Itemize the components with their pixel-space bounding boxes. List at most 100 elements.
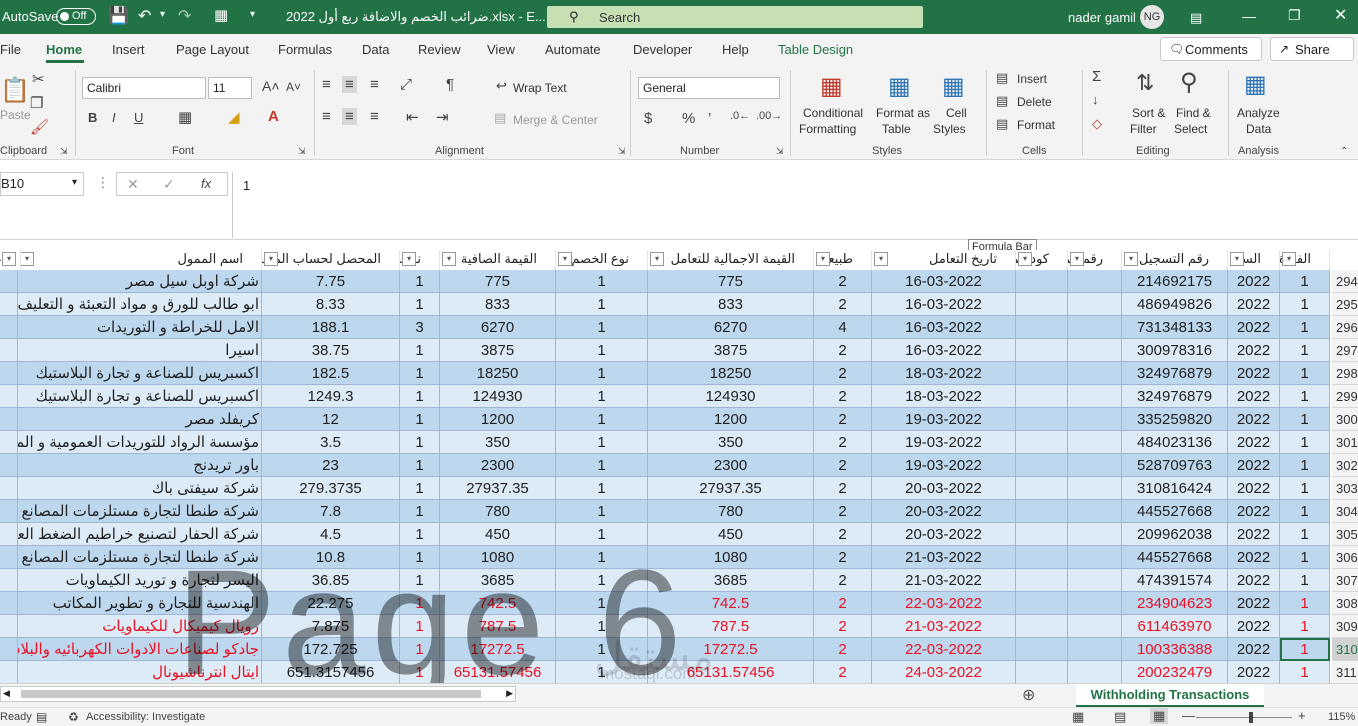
table-cell[interactable]	[1068, 408, 1122, 431]
table-cell[interactable]: 124930	[648, 385, 814, 408]
table-cell[interactable]: باور تريدنج	[18, 454, 262, 477]
table-cell[interactable]: 1	[556, 454, 648, 477]
tab-insert[interactable]: Insert	[112, 42, 145, 57]
table-cell[interactable]: 10.8	[262, 546, 400, 569]
increase-decimal-icon[interactable]: .0←	[730, 110, 750, 122]
table-cell[interactable]: 21-03-2022	[872, 546, 1016, 569]
table-cell[interactable]: 484023136	[1122, 431, 1228, 454]
table-cell[interactable]: 787.5	[440, 615, 556, 638]
table-cell[interactable]: 1	[400, 523, 440, 546]
table-cell[interactable]: 1080	[440, 546, 556, 569]
horizontal-scrollbar[interactable]: ◀ ▶	[0, 686, 516, 702]
table-cell[interactable]: 1	[1280, 293, 1330, 316]
table-cell[interactable]: 22.275	[262, 592, 400, 615]
page-break-view-icon[interactable]: ▦	[1150, 708, 1169, 724]
zoom-out-icon[interactable]: —	[1182, 708, 1195, 723]
table-cell[interactable]: 1200	[648, 408, 814, 431]
table-cell[interactable]: 100336388	[1122, 638, 1228, 661]
table-cell[interactable]: 1	[400, 408, 440, 431]
zoom-slider-thumb[interactable]	[1249, 712, 1253, 723]
row-number[interactable]: 303	[1332, 477, 1358, 500]
table-cell[interactable]: شركة سيفتى باك	[18, 477, 262, 500]
table-cell[interactable]: 1	[1280, 615, 1330, 638]
avatar[interactable]: NG	[1140, 5, 1164, 29]
table-cell[interactable]: جادكو لصناعات الادوات الكهربائيه والبلاس…	[18, 638, 262, 661]
table-cell[interactable]: 611463970	[1122, 615, 1228, 638]
row-number[interactable]: 296	[1332, 316, 1358, 339]
table-cell[interactable]: 1	[1280, 339, 1330, 362]
cell-label[interactable]: Cell	[946, 106, 967, 120]
add-sheet-icon[interactable]: ⊕	[1022, 685, 1035, 705]
table-cell[interactable]: الامل للخراطة و التوريدات	[18, 316, 262, 339]
table-cell[interactable]: 1	[400, 270, 440, 293]
table-cell[interactable]	[1016, 661, 1068, 684]
table-cell[interactable]: 2022	[1228, 408, 1280, 431]
table-cell[interactable]	[0, 362, 18, 385]
clipboard-launcher-icon[interactable]: ⇲	[60, 146, 68, 157]
insert-cells-icon[interactable]: ▤	[996, 70, 1008, 86]
table-cell[interactable]: 24-03-2022	[872, 661, 1016, 684]
table-cell[interactable]: 1	[400, 661, 440, 684]
number-format-dropdown[interactable]: General	[638, 77, 780, 99]
table-cell[interactable]	[1068, 546, 1122, 569]
table-cell[interactable]: 21-03-2022	[872, 615, 1016, 638]
table-cell[interactable]	[1016, 431, 1068, 454]
table-cell[interactable]: 2300	[440, 454, 556, 477]
table-cell[interactable]: 350	[648, 431, 814, 454]
table-cell[interactable]: اليسر لتجارة و توريد الكيماويات	[18, 569, 262, 592]
delete-label[interactable]: Delete	[1017, 95, 1052, 109]
table-cell[interactable]: 6270	[648, 316, 814, 339]
row-number[interactable]: 300	[1332, 408, 1358, 431]
table-cell[interactable]: 1	[556, 270, 648, 293]
table-cell[interactable]: 18250	[440, 362, 556, 385]
table-cell[interactable]: 18250	[648, 362, 814, 385]
table-cell[interactable]: 1	[400, 477, 440, 500]
table-cell[interactable]: 4.5	[262, 523, 400, 546]
table-cell[interactable]: 528709763	[1122, 454, 1228, 477]
row-number[interactable]: 307	[1332, 569, 1358, 592]
table-cell[interactable]	[1068, 431, 1122, 454]
table-cell[interactable]	[0, 293, 18, 316]
table-cell[interactable]: 1	[400, 638, 440, 661]
table-cell[interactable]: 2022	[1228, 523, 1280, 546]
fill-icon[interactable]: ↓	[1092, 92, 1099, 107]
row-number[interactable]: 298	[1332, 362, 1358, 385]
filter-dropdown-icon[interactable]: ▾	[650, 252, 664, 266]
table-cell[interactable]: 1	[1280, 569, 1330, 592]
table-cell[interactable]: 27937.35	[648, 477, 814, 500]
table-cell[interactable]	[1068, 362, 1122, 385]
table-cell[interactable]: 1	[400, 293, 440, 316]
table-cell[interactable]	[1016, 362, 1068, 385]
table-cell[interactable]: 2	[814, 385, 872, 408]
sort-filter-icon[interactable]: ⇅	[1136, 70, 1154, 96]
table-cell[interactable]: شركة الحفار لتصنيع خراطيم الضغط العالى	[18, 523, 262, 546]
table-cell[interactable]	[0, 500, 18, 523]
table-cell[interactable]: 1	[556, 477, 648, 500]
scroll-right-icon[interactable]: ▶	[506, 688, 513, 699]
table-cell[interactable]: 234904623	[1122, 592, 1228, 615]
form-icon[interactable]: ▦	[214, 6, 228, 24]
table-cell[interactable]: 1	[556, 362, 648, 385]
collapse-ribbon-icon[interactable]: ⌃	[1340, 146, 1348, 157]
table-cell[interactable]: 2022	[1228, 592, 1280, 615]
table-cell[interactable]: 2022	[1228, 293, 1280, 316]
zoom-level[interactable]: 115%	[1328, 711, 1355, 723]
table-cell[interactable]: 1	[556, 293, 648, 316]
tab-help[interactable]: Help	[722, 42, 749, 57]
table-cell[interactable]: 16-03-2022	[872, 293, 1016, 316]
italic-icon[interactable]: I	[112, 110, 116, 125]
table-cell[interactable]	[0, 454, 18, 477]
table-cell[interactable]: 1	[556, 569, 648, 592]
table-cell[interactable]: 2022	[1228, 638, 1280, 661]
table-cell[interactable]	[0, 569, 18, 592]
name-box[interactable]: B10 ▾	[0, 172, 84, 196]
font-launcher-icon[interactable]: ⇲	[298, 146, 306, 157]
table-cell[interactable]	[0, 385, 18, 408]
cell-styles-label[interactable]: Styles	[933, 122, 966, 136]
table-cell[interactable]: 1	[400, 431, 440, 454]
table-cell[interactable]	[1068, 270, 1122, 293]
number-launcher-icon[interactable]: ⇲	[776, 146, 784, 157]
row-number[interactable]: 305	[1332, 523, 1358, 546]
table-cell[interactable]	[1016, 339, 1068, 362]
table-cell[interactable]: 1	[1280, 362, 1330, 385]
